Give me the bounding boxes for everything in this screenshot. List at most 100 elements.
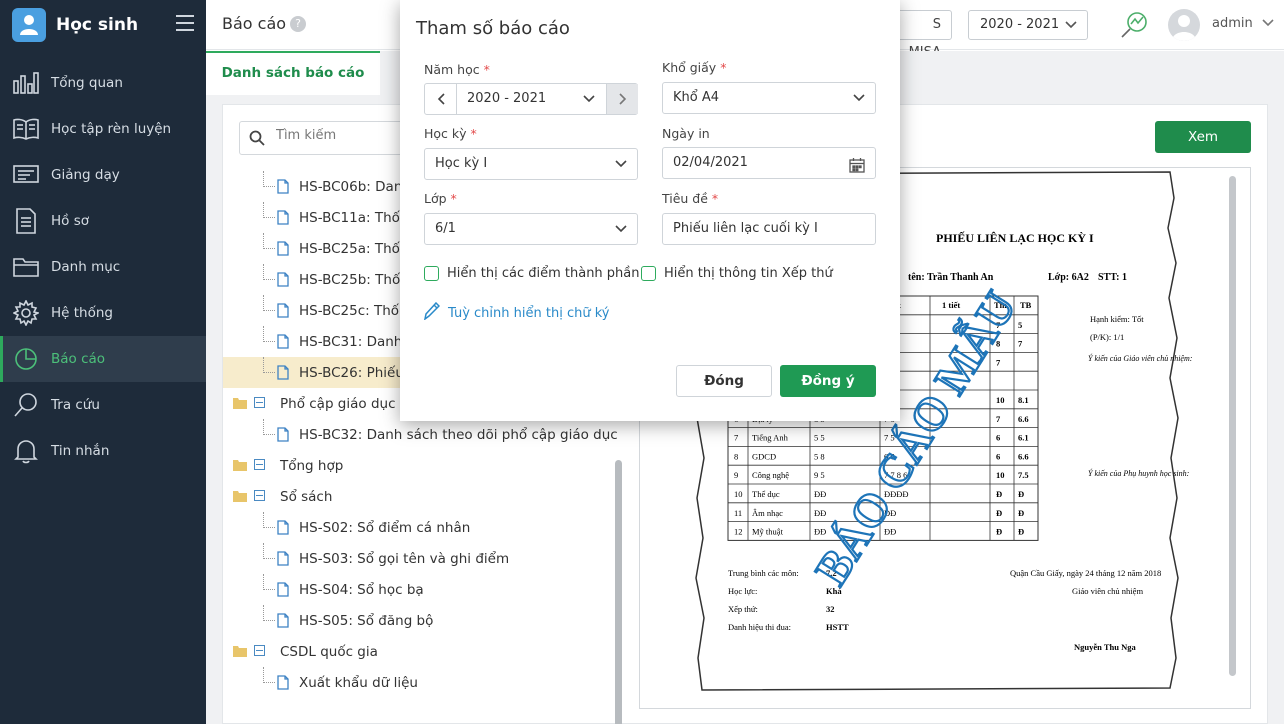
app-title: Học sinh	[56, 15, 139, 35]
sidebar-item-ho-so[interactable]: Hồ sơ	[0, 198, 206, 244]
preview-teacher-name: Nguyễn Thu Nga	[1074, 642, 1136, 652]
tree-file-row[interactable]: HS-S02: Sổ điểm cá nhân	[223, 512, 613, 543]
misa-button[interactable]: S MISA	[896, 10, 952, 60]
preview-note: Ý kiến của Phụ huynh học sinh:	[1088, 468, 1190, 478]
chart-bars-icon	[12, 69, 40, 97]
tree-file-row[interactable]: HS-S05: Sổ đăng bộ	[223, 605, 613, 636]
calendar-icon[interactable]	[849, 155, 865, 185]
table-header: 1 tiết	[942, 300, 960, 310]
table-cell: 6.1	[1018, 433, 1029, 443]
chevron-down-icon[interactable]	[583, 85, 595, 115]
sidebar-nav: Tổng quan Học tập rèn luyện Giảng dạy Hồ…	[0, 60, 206, 474]
chevron-down-icon[interactable]	[1262, 16, 1274, 31]
collapse-icon[interactable]	[254, 645, 265, 656]
tree-file-row[interactable]: HS-BC32: Danh sách theo dõi phổ cập giáo…	[223, 419, 618, 450]
customize-signature-link[interactable]: Tuỳ chỉnh hiển thị chữ ký	[423, 301, 609, 324]
table-cell: Đ	[996, 508, 1002, 518]
sidebar-item-giang-day[interactable]: Giảng dạy	[0, 152, 206, 198]
user-name[interactable]: admin	[1212, 16, 1253, 31]
table-cell: 6	[996, 451, 1000, 461]
search-icon	[249, 130, 265, 150]
tree-file-row[interactable]: Xuất khẩu dữ liệu	[223, 667, 613, 698]
avatar[interactable]	[1168, 9, 1200, 41]
ok-button[interactable]: Đồng ý	[780, 365, 876, 397]
magnifier-icon	[12, 391, 40, 419]
document-icon	[277, 303, 289, 322]
folder-icon	[233, 490, 247, 506]
document-icon	[277, 427, 289, 446]
menu-toggle-icon[interactable]	[176, 15, 194, 31]
table-cell: 9	[734, 470, 738, 480]
tree-folder-row[interactable]: Sổ sách	[223, 481, 613, 512]
folder-icon	[233, 397, 247, 413]
collapse-icon[interactable]	[254, 490, 265, 501]
sidebar-item-tra-cuu[interactable]: Tra cứu	[0, 382, 206, 428]
sidebar-item-he-thong[interactable]: Hệ thống	[0, 290, 206, 336]
heading-input[interactable]: Phiếu liên lạc cuối kỳ I	[662, 213, 876, 245]
required-mark: *	[711, 191, 719, 206]
table-cell: 7.5	[1018, 470, 1029, 480]
school-year-select[interactable]: 2020 - 2021	[968, 10, 1088, 40]
sidebar-item-label: Hồ sơ	[51, 213, 89, 229]
view-button[interactable]: Xem	[1155, 121, 1251, 153]
tree-folder-row[interactable]: CSDL quốc gia	[223, 636, 613, 667]
tree-label: HS-BC06b: Danh	[299, 178, 411, 195]
tree-file-row[interactable]: HS-S03: Sổ gọi tên và ghi điểm	[223, 543, 613, 574]
sidebar-item-label: Giảng dạy	[51, 167, 120, 183]
semester-select[interactable]: Học kỳ I	[424, 148, 638, 180]
sidebar-item-hoc-tap[interactable]: Học tập rèn luyện	[0, 106, 206, 152]
summary-value: 32	[826, 604, 835, 614]
close-button[interactable]: Đóng	[676, 365, 772, 397]
checkbox-label: Hiển thị thông tin Xếp thứ	[664, 266, 833, 281]
collapse-icon[interactable]	[254, 459, 265, 470]
tree-connector	[263, 667, 275, 683]
required-mark: *	[450, 191, 457, 206]
sidebar-item-bao-cao[interactable]: Báo cáo	[0, 336, 206, 382]
paper-size-select[interactable]: Khổ A4	[662, 82, 876, 114]
tab-report-list[interactable]: Danh sách báo cáo	[206, 51, 380, 95]
trend-search-icon[interactable]	[1120, 11, 1148, 43]
table-cell: ĐĐ	[814, 508, 826, 518]
sidebar-item-label: Tin nhắn	[51, 443, 110, 459]
print-date-field[interactable]: 02/04/2021	[662, 147, 876, 179]
help-icon[interactable]: ?	[290, 16, 306, 32]
required-mark: *	[470, 126, 477, 141]
table-cell: 8	[734, 451, 738, 461]
summary-key: Trung bình các môn:	[728, 568, 799, 578]
tree-label: HS-S04: Sổ học bạ	[299, 581, 424, 598]
document-icon	[277, 179, 289, 198]
sidebar-item-tin-nhan[interactable]: Tin nhắn	[0, 428, 206, 474]
collapse-icon[interactable]	[254, 397, 265, 408]
checkbox-box[interactable]	[641, 266, 656, 281]
class-select[interactable]: 6/1	[424, 213, 638, 245]
tree-scrollbar[interactable]	[615, 460, 622, 724]
checkbox-box[interactable]	[424, 266, 439, 281]
chevron-down-icon	[853, 84, 865, 114]
sidebar-item-tong-quan[interactable]: Tổng quan	[0, 60, 206, 106]
label-text: Năm học	[424, 62, 480, 77]
school-year-select-value[interactable]: 2020 - 2021	[467, 84, 546, 114]
tree-folder-row[interactable]: Tổng hợp	[223, 450, 613, 481]
sidebar-item-label: Hệ thống	[51, 305, 113, 321]
preview-scrollbar[interactable]	[1229, 176, 1236, 676]
next-year-button[interactable]	[606, 84, 638, 114]
tree-connector	[263, 295, 275, 311]
table-cell: 12	[734, 527, 743, 537]
heading-label: Tiêu đề *	[662, 191, 718, 206]
semester-value: Học kỳ I	[435, 156, 488, 171]
print-date-label: Ngày in	[662, 126, 710, 141]
show-components-checkbox[interactable]: Hiển thị các điểm thành phần	[424, 266, 640, 281]
tree-label: Sổ sách	[280, 488, 333, 505]
show-rank-checkbox[interactable]: Hiển thị thông tin Xếp thứ	[641, 266, 833, 281]
preview-stt: STT: 1	[1098, 272, 1127, 283]
label-text: Lớp	[424, 191, 447, 206]
document-icon	[277, 551, 289, 570]
tree-connector	[263, 264, 275, 280]
sidebar-item-danh-muc[interactable]: Danh mục	[0, 244, 206, 290]
tree-connector	[263, 171, 275, 187]
tree-file-row[interactable]: HS-S04: Sổ học bạ	[223, 574, 613, 605]
prev-year-button[interactable]	[425, 84, 457, 114]
summary-key: Danh hiệu thi đua:	[728, 622, 791, 632]
table-cell: 10	[996, 470, 1005, 480]
table-cell: Tiếng Anh	[752, 433, 789, 443]
